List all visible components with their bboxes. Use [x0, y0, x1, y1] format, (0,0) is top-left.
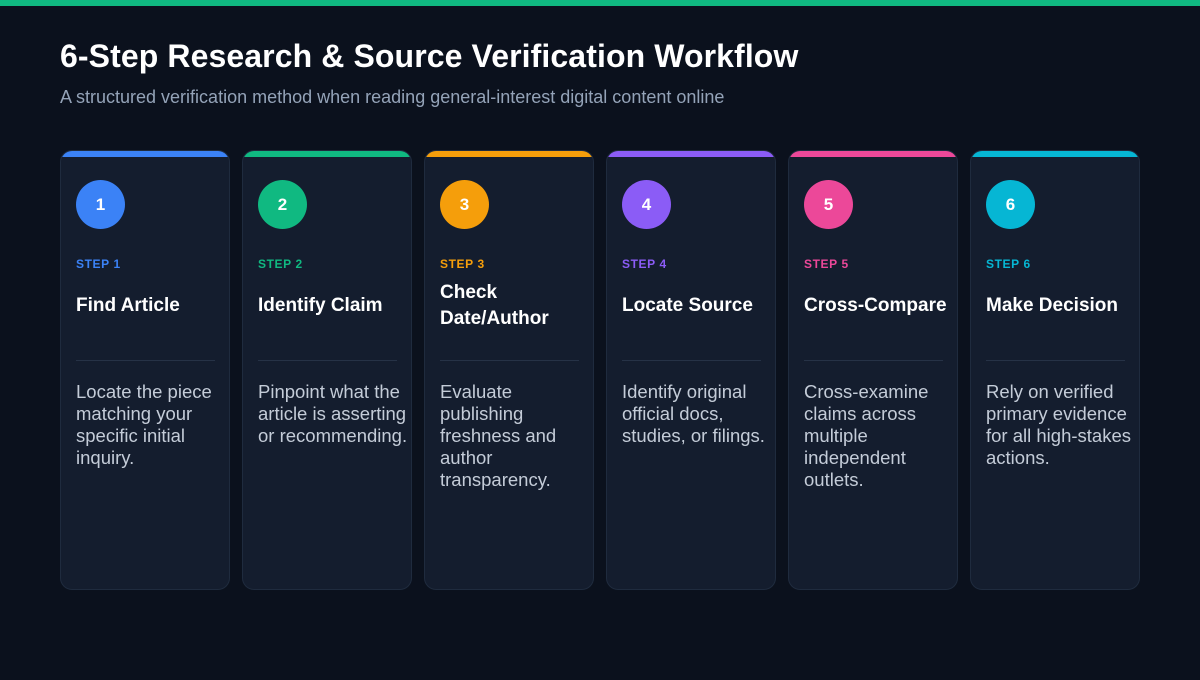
step-card-5: 5 STEP 5 Cross-Compare Cross-examine cla…	[788, 150, 958, 590]
card-divider	[440, 360, 579, 361]
card-divider	[258, 360, 397, 361]
step-title: Make Decision	[986, 295, 1118, 316]
step-description: Pinpoint what the article is asserting o…	[258, 381, 408, 446]
card-divider	[76, 360, 215, 361]
step-description: Identify original official docs, studies…	[622, 381, 765, 446]
top-accent-bar	[0, 0, 1200, 6]
step-number-badge: 6	[986, 180, 1035, 229]
card-accent-bar	[61, 151, 229, 157]
step-title: Locate Source	[622, 295, 753, 316]
step-label: STEP 3	[440, 257, 485, 271]
step-card-1: 1 STEP 1 Find Article Locate the piece m…	[60, 150, 230, 590]
step-title: Identify Claim	[258, 295, 383, 316]
card-accent-bar	[425, 151, 593, 157]
step-description: Rely on verified primary evidence for al…	[986, 381, 1131, 468]
step-label: STEP 1	[76, 257, 121, 271]
step-title: Cross-Compare	[804, 295, 947, 316]
step-card-2: 2 STEP 2 Identify Claim Pinpoint what th…	[242, 150, 412, 590]
step-description: Locate the piece matching your specific …	[76, 381, 212, 468]
step-number-badge: 2	[258, 180, 307, 229]
step-description: Evaluate publishing freshness and author…	[440, 381, 557, 490]
step-label: STEP 2	[258, 257, 303, 271]
step-number-badge: 1	[76, 180, 125, 229]
step-card-6: 6 STEP 6 Make Decision Rely on verified …	[970, 150, 1140, 590]
page-subtitle: A structured verification method when re…	[60, 87, 725, 107]
card-accent-bar	[971, 151, 1139, 157]
card-accent-bar	[607, 151, 775, 157]
step-description: Cross-examine claims across multiple ind…	[804, 381, 929, 490]
workflow-steps: 1 STEP 1 Find Article Locate the piece m…	[60, 150, 1142, 591]
card-accent-bar	[243, 151, 411, 157]
step-label: STEP 6	[986, 257, 1031, 271]
step-title: Check Date/Author	[440, 282, 549, 329]
step-card-4: 4 STEP 4 Locate Source Identify original…	[606, 150, 776, 590]
step-title: Find Article	[76, 295, 180, 316]
step-number-badge: 5	[804, 180, 853, 229]
card-divider	[804, 360, 943, 361]
step-number-badge: 3	[440, 180, 489, 229]
card-divider	[622, 360, 761, 361]
page-title: 6-Step Research & Source Verification Wo…	[60, 38, 799, 74]
card-divider	[986, 360, 1125, 361]
step-card-3: 3 STEP 3 Check Date/Author Evaluate publ…	[424, 150, 594, 590]
card-accent-bar	[789, 151, 957, 157]
step-number-badge: 4	[622, 180, 671, 229]
step-label: STEP 5	[804, 257, 849, 271]
step-label: STEP 4	[622, 257, 667, 271]
